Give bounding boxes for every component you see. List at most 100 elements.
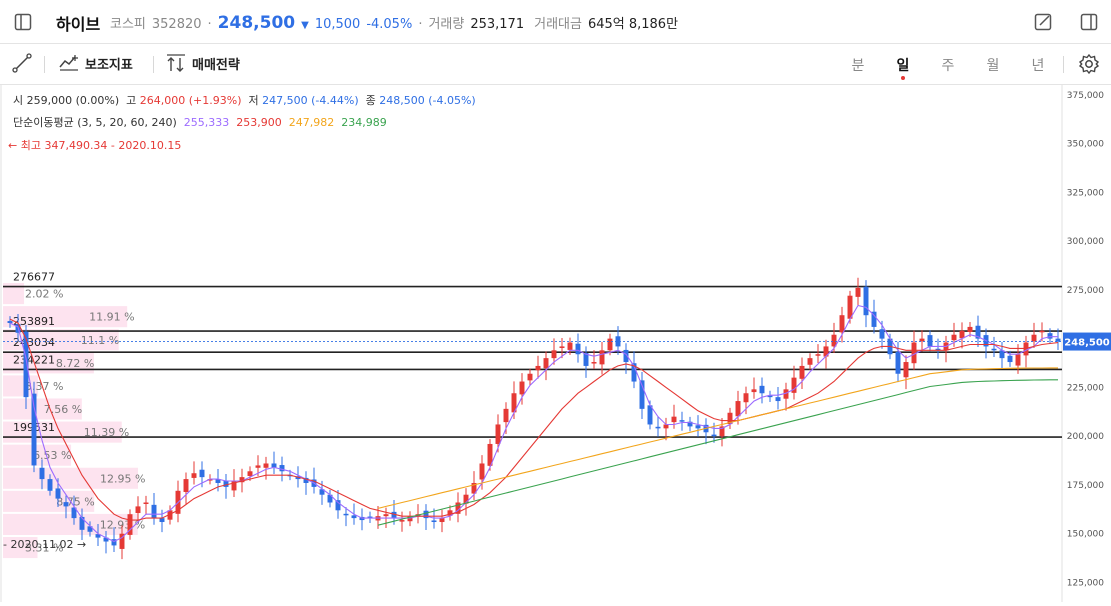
panel-icon	[1080, 13, 1098, 31]
volume-profile-label: 2.02 %	[25, 288, 63, 301]
y-tick-label: 325,000	[1067, 188, 1104, 198]
all-time-high-marker: ← 최고 347,490.34 - 2020.10.15	[8, 139, 182, 152]
current-price: 248,500	[217, 13, 296, 33]
low-value: 247,500 (-4.44%)	[262, 94, 359, 107]
ma-line-2	[9, 318, 1059, 521]
candle	[247, 471, 253, 476]
candle	[63, 502, 69, 507]
exchange-name: 코스피	[110, 17, 146, 32]
price-level-label: 243034	[13, 336, 55, 349]
indicator-button[interactable]: 보조지표	[58, 53, 133, 73]
candle	[7, 321, 13, 324]
candle	[503, 408, 509, 423]
period-low-marker: - 2020.11.02 →	[3, 538, 87, 551]
ma-value-1: 255,333	[183, 116, 230, 129]
candle	[575, 343, 581, 355]
candle	[599, 350, 605, 365]
candle	[1039, 330, 1045, 333]
candle	[535, 365, 541, 371]
stock-name: 하이브	[56, 15, 101, 34]
period-tab-year[interactable]: 년	[1028, 55, 1048, 75]
y-tick-label: 225,000	[1067, 383, 1104, 393]
indicator-label: 보조지표	[85, 57, 133, 73]
candle	[1007, 355, 1013, 363]
candle	[863, 286, 869, 316]
candle	[927, 335, 933, 347]
toolbar-divider	[44, 56, 45, 73]
candle	[711, 434, 717, 437]
candle	[895, 351, 901, 374]
active-period-dot	[901, 76, 905, 80]
candle	[759, 385, 765, 394]
period-tab-month[interactable]: 월	[983, 55, 1003, 75]
y-tick-label: 375,000	[1067, 91, 1104, 101]
trade-strategy-button[interactable]: 매매전략	[165, 53, 240, 73]
edit-icon	[1034, 13, 1052, 31]
stock-header: 하이브 코스피 352820 · 248,500 ▼ 10,500 -4.05%…	[0, 0, 1111, 44]
price-chart[interactable]: 2.02 % 11.91 % 11.1 % 8.72 % 3.37 % 7.56 % 11.…	[0, 85, 1111, 602]
period-tab-week[interactable]: 주	[938, 55, 958, 75]
candle	[751, 389, 757, 393]
ma-legend: 단순이동평균 (3, 5, 20, 60, 240) 255,333 253,9…	[13, 114, 387, 130]
candle	[199, 469, 205, 478]
candle	[479, 463, 485, 480]
candle	[951, 334, 957, 341]
candle	[807, 358, 813, 365]
candle	[799, 365, 805, 379]
volume-label: 거래량	[428, 17, 465, 32]
drawing-tool-button[interactable]	[12, 53, 32, 73]
price-level-label: 276677	[13, 271, 55, 284]
candle	[351, 515, 357, 519]
candle	[551, 350, 557, 359]
candle	[567, 342, 573, 350]
volume-profile-label: 6.53 %	[33, 449, 71, 462]
ma-line-1	[9, 304, 1058, 543]
candle	[655, 426, 661, 429]
volume-value: 253,171	[470, 17, 525, 32]
candle	[1031, 334, 1037, 342]
candle	[191, 473, 197, 478]
candle	[1047, 333, 1053, 339]
indicator-icon	[59, 55, 78, 71]
candle	[743, 393, 749, 403]
volume-profile-label: 8.75 %	[56, 495, 94, 508]
ma-value-2: 253,900	[236, 116, 282, 129]
ma-value-4: 234,989	[341, 116, 387, 129]
open-value: 259,000 (0.00%)	[26, 94, 120, 107]
candle	[607, 338, 613, 351]
candle	[495, 424, 501, 444]
y-tick-label: 150,000	[1067, 530, 1104, 540]
period-tab-day[interactable]: 일	[893, 55, 913, 80]
volume-profile-label: 12.95 %	[100, 472, 145, 485]
chart-settings-button[interactable]	[1078, 53, 1100, 75]
candle	[671, 416, 677, 423]
high-value: 264,000 (+1.93%)	[139, 94, 242, 107]
y-tick-label: 350,000	[1067, 140, 1104, 150]
sidebar-icon	[14, 13, 32, 31]
candle	[991, 348, 997, 351]
candle	[815, 354, 821, 356]
candle	[967, 326, 973, 332]
candle	[879, 329, 885, 339]
stock-info-line: 코스피 352820 · 248,500 ▼ 10,500 -4.05% · 거…	[110, 13, 679, 33]
y-tick-label: 125,000	[1067, 578, 1104, 588]
candle	[271, 463, 277, 468]
candle	[279, 465, 285, 472]
candlestick-chart[interactable]: 2.02 %11.91 %11.1 %8.72 %3.37 %7.56 %11.…	[0, 85, 1111, 602]
ma-label: 단순이동평균 (3, 5, 20, 60, 240)	[13, 116, 177, 129]
change-down-icon: ▼	[301, 20, 309, 31]
y-tick-label: 200,000	[1067, 432, 1104, 442]
candle	[399, 520, 405, 522]
candle	[55, 488, 61, 499]
panel-toggle-button[interactable]	[1076, 9, 1102, 35]
candle	[735, 401, 741, 417]
y-tick-label: 275,000	[1067, 286, 1104, 296]
period-tab-minute[interactable]: 분	[848, 55, 868, 75]
candle	[919, 338, 925, 342]
candle	[263, 463, 269, 468]
candle	[343, 513, 349, 516]
edit-button[interactable]	[1030, 9, 1056, 35]
sidebar-toggle-button[interactable]	[10, 9, 36, 35]
y-tick-label: 300,000	[1067, 237, 1104, 247]
price-level-label: 234221	[13, 353, 55, 366]
